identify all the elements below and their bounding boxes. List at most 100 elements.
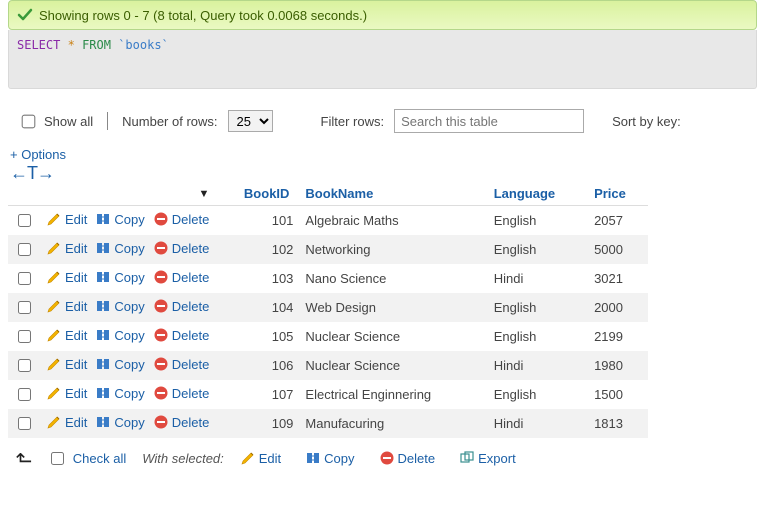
- num-rows-label: Number of rows:: [122, 114, 217, 129]
- check-icon: [17, 7, 33, 23]
- footer-delete-button[interactable]: Delete: [379, 450, 436, 466]
- row-checkbox[interactable]: [18, 214, 31, 227]
- cell-bookid: 107: [215, 380, 299, 409]
- col-bookname[interactable]: BookName: [299, 182, 487, 206]
- row-delete-button[interactable]: Delete: [153, 211, 210, 227]
- row-copy-text: Copy: [114, 212, 144, 227]
- num-rows-select[interactable]: 25: [228, 110, 273, 132]
- row-delete-button[interactable]: Delete: [153, 240, 210, 256]
- footer-export-button[interactable]: Export: [459, 450, 516, 466]
- select-arrow-icon: ↳: [12, 450, 32, 467]
- copy-icon: [95, 356, 111, 372]
- footer-copy-button[interactable]: Copy: [305, 450, 354, 466]
- row-edit-button[interactable]: Edit: [46, 240, 87, 256]
- toolbar-separator: [107, 112, 108, 130]
- cell-price: 1500: [588, 380, 648, 409]
- row-delete-button[interactable]: Delete: [153, 269, 210, 285]
- sql-table: `books`: [118, 38, 169, 52]
- row-copy-button[interactable]: Copy: [95, 327, 144, 343]
- success-text: Showing rows 0 - 7 (8 total, Query took …: [39, 8, 367, 23]
- row-delete-button[interactable]: Delete: [153, 327, 210, 343]
- cell-bookid: 109: [215, 409, 299, 438]
- table-row: EditCopyDelete103Nano ScienceHindi3021: [8, 264, 648, 293]
- row-edit-button[interactable]: Edit: [46, 298, 87, 314]
- pencil-icon: [46, 385, 62, 401]
- cell-bookname: Nuclear Science: [299, 351, 487, 380]
- row-copy-button[interactable]: Copy: [95, 269, 144, 285]
- row-copy-text: Copy: [114, 241, 144, 256]
- pencil-icon: [46, 298, 62, 314]
- row-checkbox[interactable]: [18, 301, 31, 314]
- footer-edit-button[interactable]: Edit: [240, 450, 281, 466]
- row-edit-button[interactable]: Edit: [46, 356, 87, 372]
- row-delete-text: Delete: [172, 415, 210, 430]
- row-copy-button[interactable]: Copy: [95, 298, 144, 314]
- show-all-checkbox[interactable]: [22, 114, 36, 128]
- row-copy-button[interactable]: Copy: [95, 240, 144, 256]
- pencil-icon: [46, 327, 62, 343]
- pencil-icon: [46, 211, 62, 227]
- cell-bookname: Networking: [299, 235, 487, 264]
- row-edit-text: Edit: [65, 415, 87, 430]
- show-all-label[interactable]: Show all: [18, 112, 93, 131]
- sql-from-kw: FROM: [82, 38, 111, 52]
- filter-rows-label: Filter rows:: [321, 114, 385, 129]
- cell-price: 2000: [588, 293, 648, 322]
- table-row: EditCopyDelete109ManufacuringHindi1813: [8, 409, 648, 438]
- row-delete-button[interactable]: Delete: [153, 414, 210, 430]
- copy-icon: [95, 327, 111, 343]
- cell-bookid: 104: [215, 293, 299, 322]
- row-edit-text: Edit: [65, 386, 87, 401]
- row-checkbox[interactable]: [18, 359, 31, 372]
- row-copy-text: Copy: [114, 299, 144, 314]
- row-delete-button[interactable]: Delete: [153, 356, 210, 372]
- row-edit-button[interactable]: Edit: [46, 211, 87, 227]
- cell-bookname: Manufacuring: [299, 409, 487, 438]
- fulltext-toggle[interactable]: ←T→: [8, 162, 757, 182]
- table-row: EditCopyDelete105Nuclear ScienceEnglish2…: [8, 322, 648, 351]
- cell-language: Hindi: [488, 409, 588, 438]
- col-price[interactable]: Price: [588, 182, 648, 206]
- sql-star: *: [68, 38, 75, 52]
- copy-icon: [95, 211, 111, 227]
- row-edit-text: Edit: [65, 328, 87, 343]
- row-edit-text: Edit: [65, 241, 87, 256]
- row-edit-button[interactable]: Edit: [46, 414, 87, 430]
- row-copy-text: Copy: [114, 270, 144, 285]
- row-checkbox[interactable]: [18, 243, 31, 256]
- row-edit-button[interactable]: Edit: [46, 327, 87, 343]
- row-delete-text: Delete: [172, 270, 210, 285]
- cell-language: English: [488, 380, 588, 409]
- options-toggle[interactable]: + Options: [8, 147, 757, 162]
- export-icon: [459, 450, 475, 466]
- row-checkbox[interactable]: [18, 417, 31, 430]
- cell-bookid: 102: [215, 235, 299, 264]
- filter-rows-input[interactable]: [394, 109, 584, 133]
- cell-bookid: 101: [215, 206, 299, 236]
- check-all-checkbox[interactable]: [51, 452, 64, 465]
- cell-bookname: Electrical Enginnering: [299, 380, 487, 409]
- show-all-text: Show all: [44, 114, 93, 129]
- row-checkbox[interactable]: [18, 388, 31, 401]
- row-copy-button[interactable]: Copy: [95, 414, 144, 430]
- row-copy-button[interactable]: Copy: [95, 211, 144, 227]
- row-checkbox[interactable]: [18, 272, 31, 285]
- row-edit-button[interactable]: Edit: [46, 269, 87, 285]
- row-delete-button[interactable]: Delete: [153, 298, 210, 314]
- cell-price: 2057: [588, 206, 648, 236]
- row-checkbox[interactable]: [18, 330, 31, 343]
- footer-edit-text: Edit: [259, 451, 281, 466]
- col-bookid[interactable]: BookID: [215, 182, 299, 206]
- cell-bookname: Algebraic Maths: [299, 206, 487, 236]
- row-copy-text: Copy: [114, 328, 144, 343]
- table-row: Edit Copy Delete 107Electrical EnginneringE…: [8, 380, 648, 409]
- copy-icon: [95, 414, 111, 430]
- row-delete-button[interactable]: Delete: [153, 385, 210, 401]
- col-language[interactable]: Language: [488, 182, 588, 206]
- row-copy-button[interactable]: Copy: [95, 385, 144, 401]
- check-all-label[interactable]: Check all: [47, 449, 126, 468]
- pencil-icon: [240, 450, 256, 466]
- delete-icon: [153, 327, 169, 343]
- row-copy-button[interactable]: Copy: [95, 356, 144, 372]
- row-edit-button[interactable]: Edit: [46, 385, 87, 401]
